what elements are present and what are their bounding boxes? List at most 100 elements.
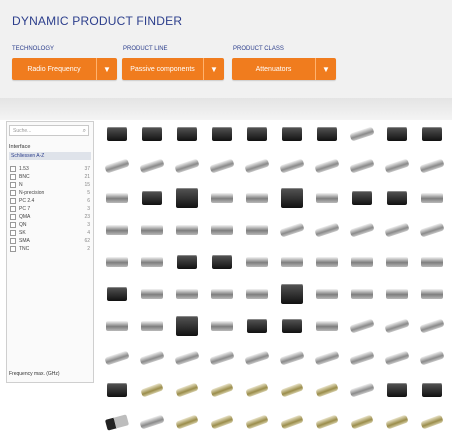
product-tile[interactable] [240,374,274,406]
product-tile[interactable] [310,406,344,438]
product-tile[interactable] [205,310,239,342]
product-tile[interactable] [345,182,379,214]
product-tile[interactable] [380,150,414,182]
checkbox[interactable] [10,190,16,196]
checkbox[interactable] [10,238,16,244]
product-tile[interactable] [345,374,379,406]
product-tile[interactable] [135,246,169,278]
product-tile[interactable] [345,150,379,182]
checkbox[interactable] [10,246,16,252]
product-class-dropdown[interactable]: Attenuators ▼ [232,58,336,80]
filter-option[interactable]: N 15 [10,182,90,188]
product-tile[interactable] [205,342,239,374]
product-tile[interactable] [380,406,414,438]
product-tile[interactable] [135,374,169,406]
technology-dropdown[interactable]: Radio Frequency ▼ [12,58,117,80]
product-line-dropdown[interactable]: Passive components ▼ [122,58,224,80]
product-tile[interactable] [100,150,134,182]
product-tile[interactable] [415,374,449,406]
product-tile[interactable] [205,374,239,406]
product-tile[interactable] [345,118,379,150]
product-tile[interactable] [275,342,309,374]
product-tile[interactable] [275,406,309,438]
product-tile[interactable] [415,310,449,342]
filter-option[interactable]: N-precision 5 [10,190,90,196]
product-tile[interactable] [380,278,414,310]
product-tile[interactable] [415,342,449,374]
product-tile[interactable] [345,214,379,246]
product-tile[interactable] [415,278,449,310]
product-tile[interactable] [310,150,344,182]
product-tile[interactable] [205,118,239,150]
product-tile[interactable] [345,278,379,310]
product-tile[interactable] [240,342,274,374]
search-icon[interactable]: ⌕ [83,126,86,137]
product-tile[interactable] [100,182,134,214]
product-tile[interactable] [310,310,344,342]
product-tile[interactable] [205,182,239,214]
product-tile[interactable] [415,118,449,150]
product-tile[interactable] [275,182,309,214]
product-tile[interactable] [310,182,344,214]
product-tile[interactable] [345,406,379,438]
product-tile[interactable] [170,406,204,438]
product-tile[interactable] [240,150,274,182]
checkbox[interactable] [10,182,16,188]
product-tile[interactable] [100,342,134,374]
product-tile[interactable] [135,406,169,438]
product-tile[interactable] [310,118,344,150]
product-tile[interactable] [170,214,204,246]
product-tile[interactable] [240,310,274,342]
product-tile[interactable] [170,278,204,310]
product-tile[interactable] [380,214,414,246]
filter-option[interactable]: PC 7 3 [10,206,90,212]
product-tile[interactable] [205,406,239,438]
product-tile[interactable] [135,278,169,310]
product-tile[interactable] [415,182,449,214]
checkbox[interactable] [10,214,16,220]
product-tile[interactable] [380,342,414,374]
filter-option[interactable]: QN 3 [10,222,90,228]
product-tile[interactable] [275,150,309,182]
sort-selector[interactable]: Schliessen A-Z [9,152,91,160]
product-tile[interactable] [240,278,274,310]
product-tile[interactable] [415,246,449,278]
product-tile[interactable] [205,150,239,182]
product-tile[interactable] [135,310,169,342]
product-tile[interactable] [275,374,309,406]
checkbox[interactable] [10,206,16,212]
sidebar-search-input[interactable]: Suche... ⌕ [9,125,89,136]
product-tile[interactable] [100,118,134,150]
product-tile[interactable] [205,214,239,246]
checkbox[interactable] [10,222,16,228]
product-tile[interactable] [100,278,134,310]
product-tile[interactable] [170,182,204,214]
product-tile[interactable] [310,214,344,246]
filter-option[interactable]: 1.53 37 [10,166,90,172]
product-tile[interactable] [135,214,169,246]
product-tile[interactable] [170,342,204,374]
product-tile[interactable] [240,182,274,214]
filter-option[interactable]: SMA 62 [10,238,90,244]
product-tile[interactable] [415,406,449,438]
product-tile[interactable] [100,214,134,246]
checkbox[interactable] [10,174,16,180]
product-tile[interactable] [170,310,204,342]
product-tile[interactable] [170,246,204,278]
product-tile[interactable] [135,342,169,374]
product-tile[interactable] [380,182,414,214]
product-tile[interactable] [380,374,414,406]
product-tile[interactable] [380,118,414,150]
product-tile[interactable] [205,246,239,278]
filter-option[interactable]: BNC 21 [10,174,90,180]
product-tile[interactable] [345,342,379,374]
product-tile[interactable] [100,246,134,278]
product-tile[interactable] [275,278,309,310]
product-tile[interactable] [275,246,309,278]
product-tile[interactable] [415,214,449,246]
product-tile[interactable] [240,118,274,150]
product-tile[interactable] [380,310,414,342]
product-tile[interactable] [240,214,274,246]
checkbox[interactable] [10,166,16,172]
product-tile[interactable] [135,118,169,150]
